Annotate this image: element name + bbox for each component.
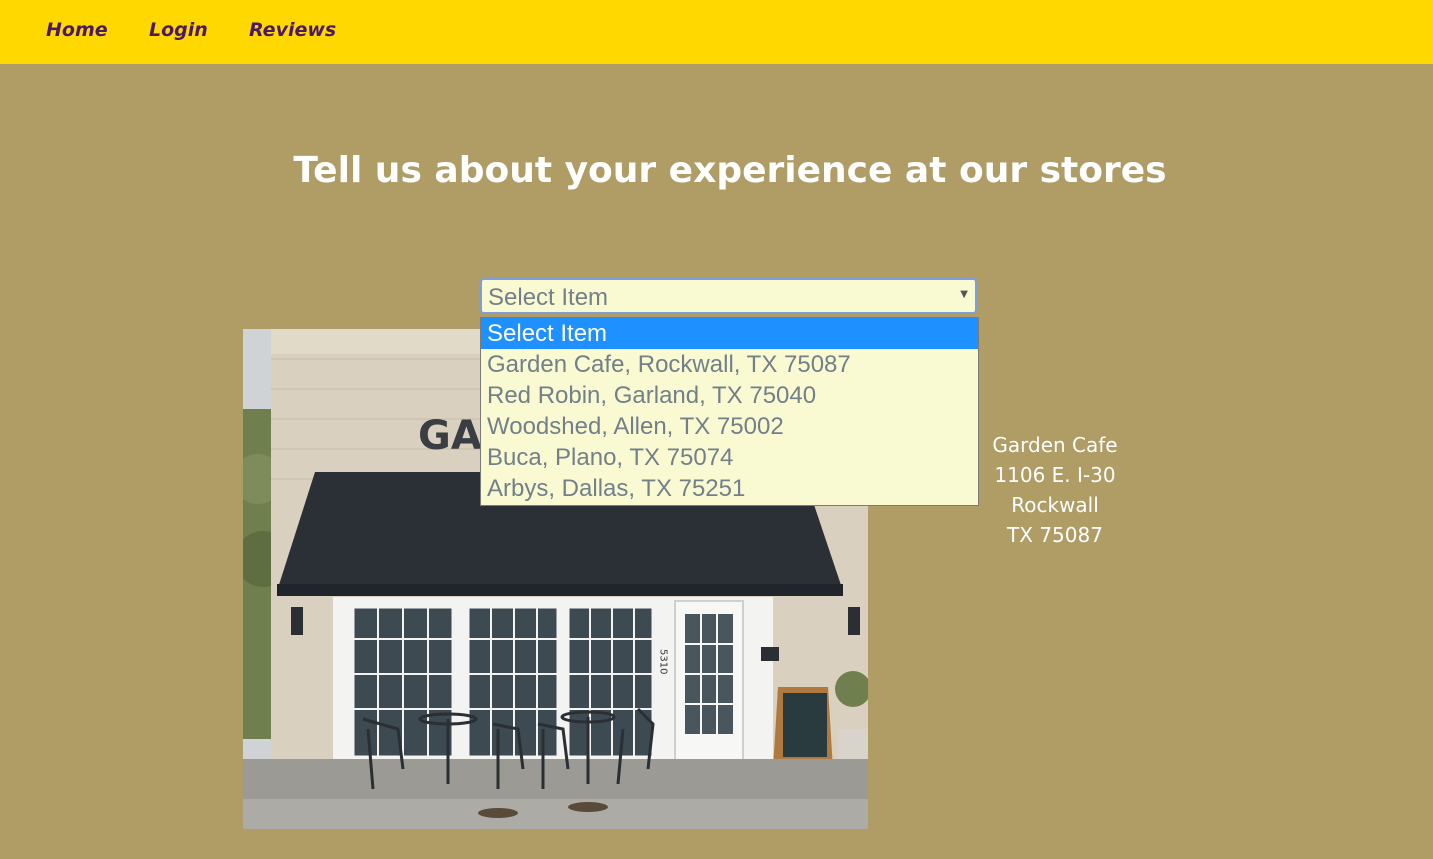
store-street: 1106 E. I-30 <box>994 463 1116 487</box>
nav-link-login[interactable]: Login <box>149 19 208 41</box>
store-select-dropdown: Select Item Garden Cafe, Rockwall, TX 75… <box>480 317 979 506</box>
store-select-value: Select Item <box>488 284 609 311</box>
chevron-down-icon: ▼ <box>960 289 968 300</box>
store-name: Garden Cafe <box>992 433 1118 457</box>
store-option-garden-cafe[interactable]: Garden Cafe, Rockwall, TX 75087 <box>481 349 978 380</box>
nav-link-home[interactable]: Home <box>46 19 108 41</box>
store-address: Garden Cafe 1106 E. I-30 Rockwall TX 750… <box>955 430 1155 550</box>
store-city: Rockwall <box>1011 493 1099 517</box>
navbar: Home Login Reviews <box>0 0 1433 64</box>
store-option-placeholder[interactable]: Select Item <box>481 318 978 349</box>
door-number: 5310 <box>658 649 669 674</box>
store-state-zip: TX 75087 <box>1007 523 1103 547</box>
store-option-arbys[interactable]: Arbys, Dallas, TX 75251 <box>481 473 978 504</box>
store-option-buca[interactable]: Buca, Plano, TX 75074 <box>481 442 978 473</box>
store-option-woodshed[interactable]: Woodshed, Allen, TX 75002 <box>481 411 978 442</box>
page-title: Tell us about your experience at our sto… <box>293 150 1167 191</box>
store-select[interactable]: Select Item ▼ <box>480 278 977 314</box>
store-option-red-robin[interactable]: Red Robin, Garland, TX 75040 <box>481 380 978 411</box>
nav-link-reviews[interactable]: Reviews <box>249 19 336 41</box>
store-sign-text: GA <box>418 413 482 459</box>
